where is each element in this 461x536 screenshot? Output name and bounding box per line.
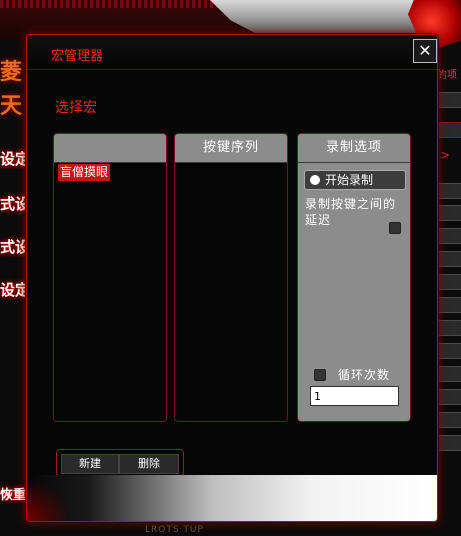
dialog-title: 宏管理器: [51, 49, 104, 64]
new-macro-button[interactable]: 新建: [61, 454, 119, 474]
record-options-body: 开始录制 录制按键之间的延迟 循环次数: [298, 163, 410, 421]
record-options-panel: 录制选项 开始录制 录制按键之间的延迟 循环次数: [297, 133, 411, 422]
dialog-corner-glow: [27, 475, 67, 521]
app-bottom-label: LROTS TUP: [145, 525, 204, 535]
delete-macro-button[interactable]: 删除: [119, 454, 179, 474]
app-right-button[interactable]: [438, 92, 461, 108]
app-right-button[interactable]: [438, 228, 461, 244]
app-right-button[interactable]: [438, 205, 461, 221]
loop-count-checkbox[interactable]: [314, 369, 326, 381]
app-menu-item-4[interactable]: 设定: [0, 279, 26, 300]
app-menu-item-2[interactable]: 式设: [0, 193, 26, 214]
dialog-footer: [27, 475, 437, 521]
macro-list-panel: 盲僧摸眼: [53, 133, 167, 422]
app-right-button[interactable]: [438, 389, 461, 405]
app-right-button[interactable]: [438, 366, 461, 382]
app-right-label: 的项: [437, 70, 457, 81]
record-options-header: 录制选项: [298, 134, 410, 163]
dialog-titlebar[interactable]: 宏管理器 ✕: [27, 35, 437, 70]
close-icon[interactable]: ✕: [413, 39, 437, 63]
app-right-button[interactable]: [438, 274, 461, 290]
app-menu-item-1[interactable]: 设定: [0, 148, 26, 169]
app-right-arrow-icon[interactable]: >: [440, 148, 450, 162]
loop-count-input[interactable]: [310, 386, 399, 406]
app-title-char-2: 天: [0, 94, 23, 119]
macro-manager-dialog: 宏管理器 ✕ 选择宏 盲僧摸眼 按键序列 录制选项 开始录制 录制按键之间的延迟…: [26, 34, 438, 522]
app-right-button[interactable]: [438, 320, 461, 336]
radio-icon: [310, 175, 320, 185]
loop-count-label: 循环次数: [338, 368, 391, 382]
start-record-button[interactable]: 开始录制: [304, 170, 406, 190]
app-right-button[interactable]: [438, 412, 461, 428]
macro-list-item[interactable]: 盲僧摸眼: [58, 164, 111, 181]
app-right-button[interactable]: [438, 251, 461, 267]
app-right-button[interactable]: [438, 435, 461, 451]
macro-list-header: [54, 134, 166, 163]
select-macro-label: 选择宏: [55, 100, 97, 116]
app-right-button[interactable]: [438, 122, 461, 138]
start-record-label: 开始录制: [325, 173, 374, 187]
key-sequence-panel: 按键序列: [174, 133, 288, 422]
record-delay-checkbox[interactable]: [389, 222, 401, 234]
app-menu-item-3[interactable]: 式设定: [0, 236, 26, 257]
macro-action-buttons: 新建 删除: [56, 449, 184, 477]
app-right-button[interactable]: [438, 183, 461, 199]
app-title-char-1: 菱: [0, 60, 23, 85]
app-right-button[interactable]: [438, 343, 461, 359]
app-right-button[interactable]: [438, 297, 461, 313]
key-sequence-header: 按键序列: [175, 134, 287, 163]
